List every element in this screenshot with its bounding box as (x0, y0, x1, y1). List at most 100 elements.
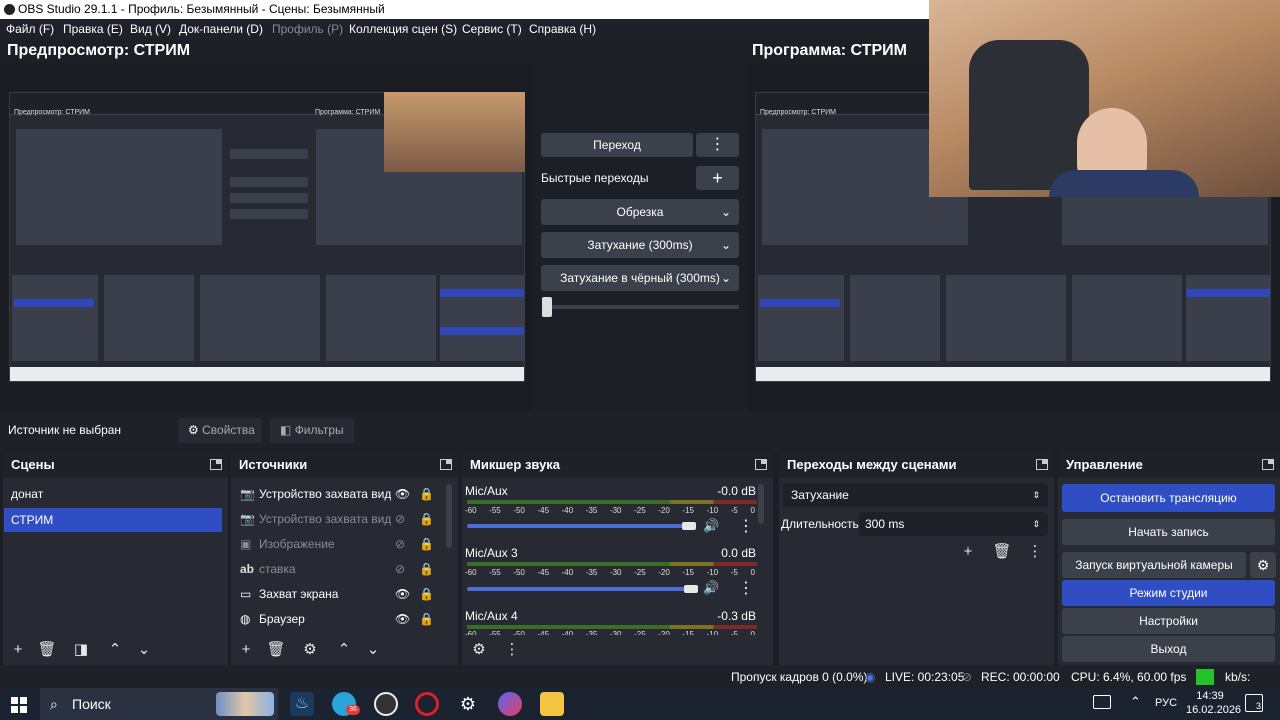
add-transition-icon[interactable]: + (957, 542, 979, 562)
menu-help[interactable]: Справка (H) (529, 19, 596, 40)
settings-gear-icon[interactable]: ⚙ (456, 692, 480, 716)
virtual-camera-gear-icon[interactable]: ⚙ (1250, 552, 1276, 578)
speaker-icon[interactable]: 🔊 (703, 518, 719, 534)
quick-transition-fade-black[interactable]: Затухание в чёрный (300ms) ⌄ (541, 265, 739, 291)
studio-mode-button[interactable]: Режим студии (1062, 580, 1275, 606)
eye-hidden-icon[interactable]: ⊘ (395, 507, 405, 531)
clock-date: 16.02.2026 (1186, 704, 1242, 716)
app-icon[interactable] (498, 692, 522, 716)
preview-webcam-thumbnail (384, 92, 525, 172)
sources-scrollbar[interactable] (446, 484, 452, 548)
file-explorer-icon[interactable] (540, 692, 564, 716)
transition-menu-icon[interactable]: ⋮ (696, 133, 739, 157)
eye-hidden-icon[interactable]: ⊘ (395, 557, 405, 581)
quick-transition-cut[interactable]: Обрезка ⌄ (541, 199, 739, 225)
volume-slider-track[interactable] (467, 524, 689, 528)
stop-streaming-button[interactable]: Остановить трансляцию (1062, 484, 1275, 512)
settings-button[interactable]: Настройки (1062, 608, 1275, 634)
lock-icon[interactable]: 🔒 (419, 607, 434, 631)
mixer-scrollbar[interactable] (758, 484, 764, 524)
source-item[interactable]: 📷 Устройство захвата виде ⊘ 🔒 (231, 507, 443, 531)
source-label: Устройство захвата виде (259, 512, 391, 526)
scene-item[interactable]: донат (3, 482, 222, 506)
opera-icon[interactable] (415, 692, 439, 716)
eye-icon[interactable]: 👁 (395, 582, 410, 606)
move-source-up-icon[interactable]: ⌃ (333, 640, 355, 660)
undock-icon[interactable] (1036, 459, 1048, 470)
menu-file[interactable]: Файл (F) (6, 19, 54, 40)
transition-menu-icon[interactable]: ⋮ (1024, 542, 1046, 562)
scene-item-selected[interactable]: СТРИМ (4, 508, 222, 532)
source-item[interactable]: ▭ Захват экрана 👁 🔒 (231, 582, 443, 606)
menu-view[interactable]: Вид (V) (130, 19, 171, 40)
mixer-menu-icon[interactable]: ⋮ (501, 640, 523, 660)
source-item[interactable]: ▣ Изображение ⊘ 🔒 (231, 532, 443, 556)
volume-slider-thumb[interactable] (681, 522, 696, 530)
eye-hidden-icon[interactable]: ⊘ (395, 532, 405, 556)
t-bar-handle[interactable] (542, 297, 552, 317)
add-source-icon[interactable]: + (235, 640, 257, 660)
transition-button[interactable]: Переход (541, 133, 693, 157)
spinner-icon[interactable]: ⇕ (1032, 512, 1040, 536)
eye-icon[interactable]: 👁 (395, 607, 410, 631)
language-indicator[interactable]: РУС (1155, 697, 1177, 709)
undock-icon[interactable] (755, 459, 767, 470)
obs-taskbar-icon[interactable] (374, 692, 398, 716)
move-scene-up-icon[interactable]: ⌃ (104, 640, 126, 660)
source-item[interactable]: ◍ Браузер 👁 🔒 (231, 607, 443, 631)
exit-button[interactable]: Выход (1062, 636, 1275, 662)
lock-icon[interactable]: 🔒 (419, 532, 434, 556)
volume-slider-track[interactable] (467, 587, 692, 591)
channel-menu-icon[interactable]: ⋮ (738, 516, 754, 536)
volume-slider-thumb[interactable] (684, 585, 699, 593)
filters-button[interactable]: ◧ Фильтры (270, 418, 354, 443)
lock-icon[interactable]: 🔒 (419, 582, 434, 606)
move-source-down-icon[interactable]: ⌄ (362, 640, 384, 660)
menu-docks[interactable]: Док-панели (D) (179, 19, 263, 40)
remove-source-icon[interactable]: 🗑 (265, 640, 287, 660)
clock[interactable]: 14:39 16.02.2026 (1186, 689, 1242, 717)
meter-scale: -60 -55 -50 -45 -40 -35 -30 -25 -20 -15 -10 -5 0 (465, 568, 755, 577)
mixer-settings-gear-icon[interactable]: ⚙ (468, 640, 490, 660)
start-recording-button[interactable]: Начать запись (1062, 519, 1275, 545)
undock-icon[interactable] (210, 459, 222, 470)
remove-transition-icon[interactable]: 🗑 (991, 542, 1013, 562)
menu-edit[interactable]: Правка (E) (63, 19, 123, 40)
transition-select[interactable]: Затухание ⇕ (783, 483, 1048, 507)
steam-icon[interactable]: ♨ (290, 692, 314, 716)
remove-scene-icon[interactable]: 🗑 (36, 640, 58, 660)
monitor-icon: ▭ (240, 587, 252, 601)
add-quick-transition-button[interactable]: + (696, 166, 739, 190)
channel-db: -0.3 dB (717, 609, 756, 623)
menu-tools[interactable]: Сервис (T) (462, 19, 522, 40)
preview-area[interactable]: Предпросмотр: СТРИМ Программа: СТРИМ (0, 64, 532, 410)
source-toolbar: Источник не выбран ⚙ Свойства ◧ Фильтры (0, 413, 1280, 449)
lock-icon[interactable]: 🔒 (419, 482, 434, 506)
source-item[interactable]: ab ставка ⊘ 🔒 (231, 557, 443, 581)
start-virtual-camera-button[interactable]: Запуск виртуальной камеры (1062, 552, 1246, 578)
window-title: OBS Studio 29.1.1 - Профиль: Безымянный … (18, 2, 385, 16)
scene-filters-icon[interactable]: ◨ (70, 640, 92, 660)
chevron-up-icon[interactable]: ⌃ (1130, 694, 1141, 710)
add-scene-icon[interactable]: + (7, 640, 29, 660)
quick-transition-fade[interactable]: Затухание (300ms) ⌄ (541, 232, 739, 258)
telegram-badge: 36 (346, 705, 360, 715)
menu-scene-collection[interactable]: Коллекция сцен (S) (349, 19, 457, 40)
duration-input[interactable]: 300 ms ⇕ (859, 512, 1048, 536)
undock-icon[interactable] (440, 459, 452, 470)
keyboard-icon[interactable] (1093, 695, 1111, 709)
move-scene-down-icon[interactable]: ⌄ (133, 640, 155, 660)
eye-icon[interactable]: 👁 (395, 482, 410, 506)
undock-icon[interactable] (1262, 459, 1274, 470)
channel-menu-icon[interactable]: ⋮ (738, 578, 754, 598)
taskbar-search[interactable]: ⌕ Поиск (40, 688, 278, 720)
notifications-icon[interactable]: 3 (1245, 694, 1263, 712)
lock-icon[interactable]: 🔒 (419, 557, 434, 581)
properties-button[interactable]: ⚙ Свойства (178, 418, 262, 443)
speaker-icon[interactable]: 🔊 (703, 580, 719, 596)
menu-profile[interactable]: Профиль (P) (272, 19, 343, 40)
lock-icon[interactable]: 🔒 (419, 507, 434, 531)
source-properties-gear-icon[interactable]: ⚙ (299, 640, 321, 660)
source-item[interactable]: 📷 Устройство захвата виде 👁 🔒 (231, 482, 443, 506)
windows-start-icon[interactable] (11, 697, 27, 713)
